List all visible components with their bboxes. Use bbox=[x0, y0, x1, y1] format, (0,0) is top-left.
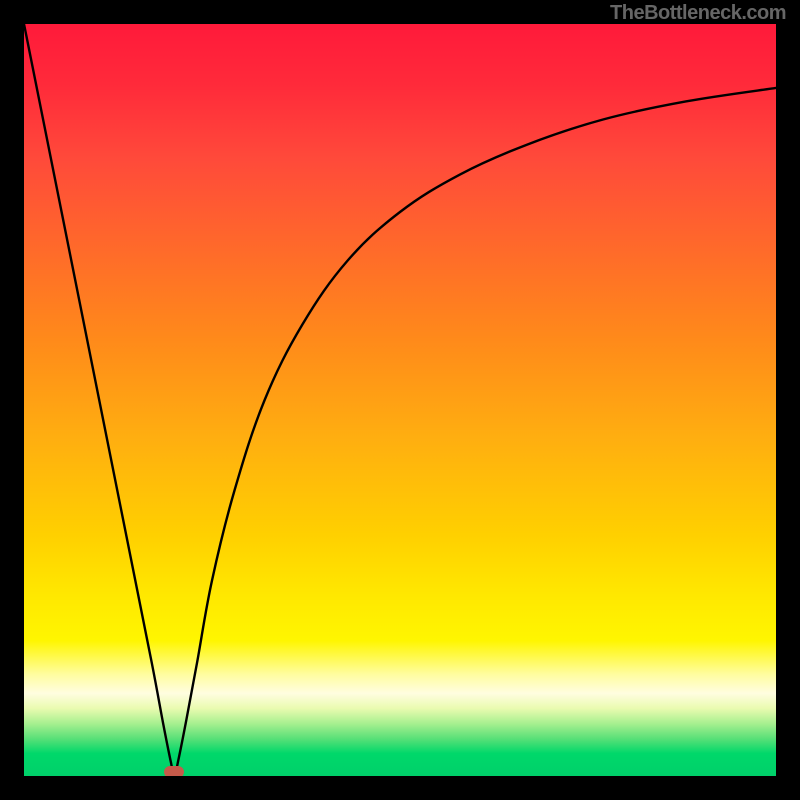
optimum-marker bbox=[164, 766, 184, 776]
bottleneck-curve bbox=[24, 24, 776, 776]
watermark-text: TheBottleneck.com bbox=[610, 2, 786, 25]
curve-svg bbox=[24, 24, 776, 776]
plot-area bbox=[24, 24, 776, 776]
